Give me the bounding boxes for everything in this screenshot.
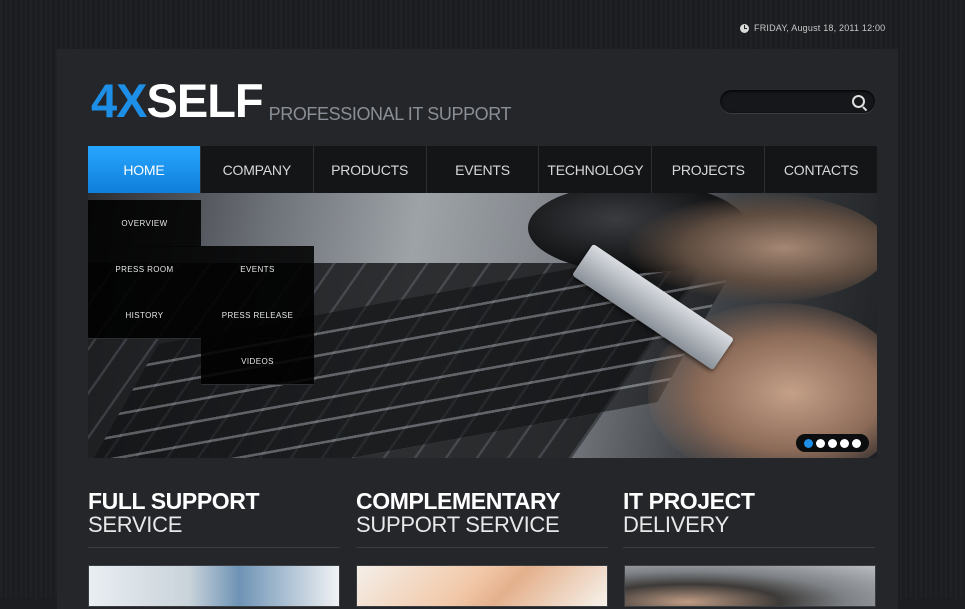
search-icon[interactable] [852, 95, 865, 108]
nav-item-events[interactable]: EVENTS [427, 146, 540, 193]
column-title[interactable]: FULL SUPPORT [88, 489, 340, 513]
slider-dot[interactable] [804, 438, 813, 448]
divider [623, 547, 875, 548]
column-title[interactable]: COMPLEMENTARY [356, 489, 608, 513]
nav-item-contacts[interactable]: CONTACTS [765, 146, 877, 193]
submenu-item-history[interactable]: HISTORY [88, 292, 201, 339]
hero-image-fingers [628, 193, 877, 303]
column-thumbnail-image[interactable] [624, 565, 876, 607]
slider-dot[interactable] [816, 438, 825, 448]
column-subtitle: DELIVERY [623, 512, 730, 537]
slider-pagination [796, 434, 869, 452]
nav-item-technology[interactable]: TECHNOLOGY [539, 146, 653, 193]
logo-main-text: SELF [146, 74, 264, 127]
divider [356, 547, 608, 548]
submenu-item-press-room[interactable]: PRESS ROOM [88, 246, 201, 293]
submenu-item-press-release[interactable]: PRESS RELEASE [201, 292, 314, 339]
submenu-item-videos[interactable]: VIDEOS [201, 338, 314, 385]
column-subtitle: SERVICE [88, 512, 183, 537]
logo-tagline: PROFESSIONAL IT SUPPORT [268, 104, 512, 124]
submenu-item-events[interactable]: EVENTS [201, 246, 314, 293]
logo-accent: 4X [91, 74, 147, 127]
slider-dot[interactable] [828, 438, 837, 448]
feature-column: FULL SUPPORT SERVICE [88, 489, 340, 548]
date-display: FRIDAY, August 18, 2011 12:00 [740, 23, 885, 33]
feature-column: COMPLEMENTARY SUPPORT SERVICE [356, 489, 608, 548]
column-subtitle: SUPPORT SERVICE [356, 512, 560, 537]
submenu-item-overview[interactable]: OVERVIEW [88, 200, 201, 247]
feature-column: IT PROJECT DELIVERY [623, 489, 875, 548]
search-input[interactable] [730, 93, 849, 111]
divider [88, 547, 340, 548]
column-thumbnail-image[interactable] [88, 565, 340, 607]
nav-item-products[interactable]: PRODUCTS [314, 146, 427, 193]
nav-item-projects[interactable]: PROJECTS [652, 146, 766, 193]
clock-icon [740, 23, 749, 33]
date-text: FRIDAY, August 18, 2011 12:00 [754, 23, 886, 33]
slider-dot[interactable] [840, 438, 849, 448]
nav-item-home[interactable]: HOME [88, 146, 201, 193]
search-box [720, 90, 875, 113]
slider-dot[interactable] [852, 438, 861, 448]
site-logo[interactable]: 4XSELF PROFESSIONAL IT SUPPORT [91, 74, 512, 127]
column-thumbnail-image[interactable] [356, 565, 608, 607]
column-title[interactable]: IT PROJECT [623, 489, 875, 513]
main-nav: HOME COMPANY PRODUCTS EVENTS TECHNOLOGY … [88, 146, 877, 193]
nav-item-company[interactable]: COMPANY [201, 146, 314, 193]
